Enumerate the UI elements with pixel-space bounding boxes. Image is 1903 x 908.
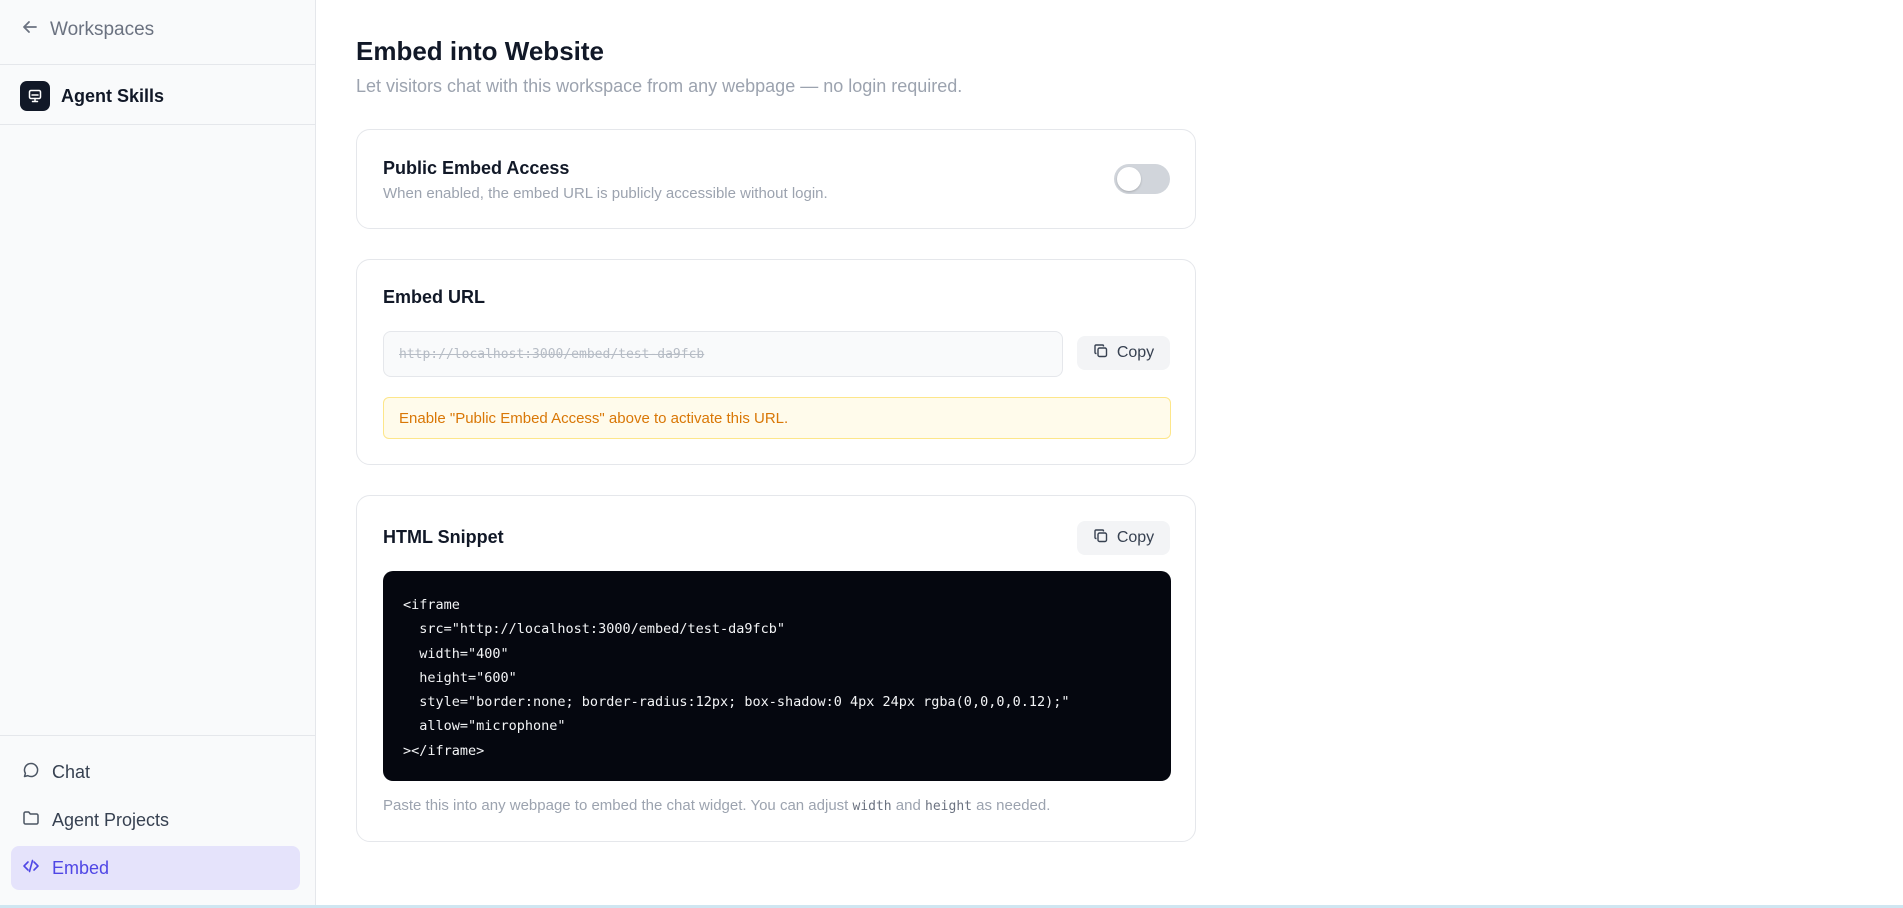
divider	[0, 735, 315, 736]
code-line: <iframe	[403, 597, 460, 613]
code-line: src="http://localhost:3000/embed/test-da…	[403, 621, 786, 638]
code-line: ></iframe>	[403, 742, 485, 759]
page-subtitle: Let visitors chat with this workspace fr…	[356, 76, 963, 96]
public-access-title: Public Embed Access	[383, 158, 570, 178]
sidebar-item-agent-projects[interactable]: Agent Projects	[11, 798, 300, 842]
monitor-icon	[20, 81, 50, 111]
snippet-help-text: Paste this into any webpage to embed the…	[383, 797, 1050, 814]
html-snippet-title: HTML Snippet	[383, 527, 504, 547]
copy-icon	[1093, 528, 1109, 549]
folder-icon	[22, 809, 40, 832]
help-text-part: and	[891, 797, 926, 814]
sidebar-item-label: Agent Projects	[52, 809, 170, 830]
copy-label: Copy	[1116, 529, 1155, 546]
workspace-header: Agent Skills	[20, 81, 164, 111]
divider	[0, 124, 315, 125]
code-line: allow="microphone"	[403, 718, 566, 735]
toggle-knob	[1117, 167, 1141, 191]
public-access-toggle[interactable]	[1114, 164, 1170, 194]
help-text-part: as needed.	[971, 797, 1051, 814]
page-title: Embed into Website	[356, 36, 604, 66]
workspace-name: Agent Skills	[61, 85, 165, 106]
public-access-card: Public Embed Access When enabled, the em…	[356, 129, 1196, 229]
sidebar-item-label: Chat	[52, 761, 91, 782]
code-icon	[22, 857, 40, 880]
divider	[0, 64, 315, 65]
copy-icon	[1093, 343, 1109, 364]
code-line: height="600"	[403, 669, 517, 686]
sidebar: Workspaces Agent Skills Chat Agent Proje…	[0, 0, 316, 908]
embed-url-title: Embed URL	[383, 287, 486, 307]
copy-label: Copy	[1116, 344, 1155, 361]
inline-code-height: height	[925, 799, 972, 814]
inline-code-width: width	[852, 799, 892, 814]
activation-warning: Enable "Public Embed Access" above to ac…	[383, 397, 1171, 439]
public-access-description: When enabled, the embed URL is publicly …	[383, 185, 828, 202]
help-text-part: Paste this into any webpage to embed the…	[383, 797, 853, 814]
chat-bubble-icon	[22, 761, 40, 784]
back-label: Workspaces	[50, 19, 155, 40]
sidebar-item-chat[interactable]: Chat	[11, 750, 300, 794]
embed-url-field[interactable]: http://localhost:3000/embed/test-da9fcb	[383, 331, 1063, 377]
code-block[interactable]: <iframe src="http://localhost:3000/embed…	[383, 571, 1171, 781]
back-to-workspaces-link[interactable]: Workspaces	[20, 16, 154, 44]
arrow-left-icon	[20, 17, 40, 43]
code-line: style="border:none; border-radius:12px; …	[403, 694, 1070, 711]
html-snippet-card: HTML Snippet Copy <iframe src="http://lo…	[356, 495, 1196, 842]
sidebar-item-embed[interactable]: Embed	[11, 846, 300, 890]
sidebar-item-label: Embed	[52, 857, 110, 878]
embed-url-card: Embed URL http://localhost:3000/embed/te…	[356, 259, 1196, 465]
copy-snippet-button[interactable]: Copy	[1077, 521, 1170, 555]
code-line: width="400"	[403, 645, 509, 662]
copy-url-button[interactable]: Copy	[1077, 336, 1170, 370]
